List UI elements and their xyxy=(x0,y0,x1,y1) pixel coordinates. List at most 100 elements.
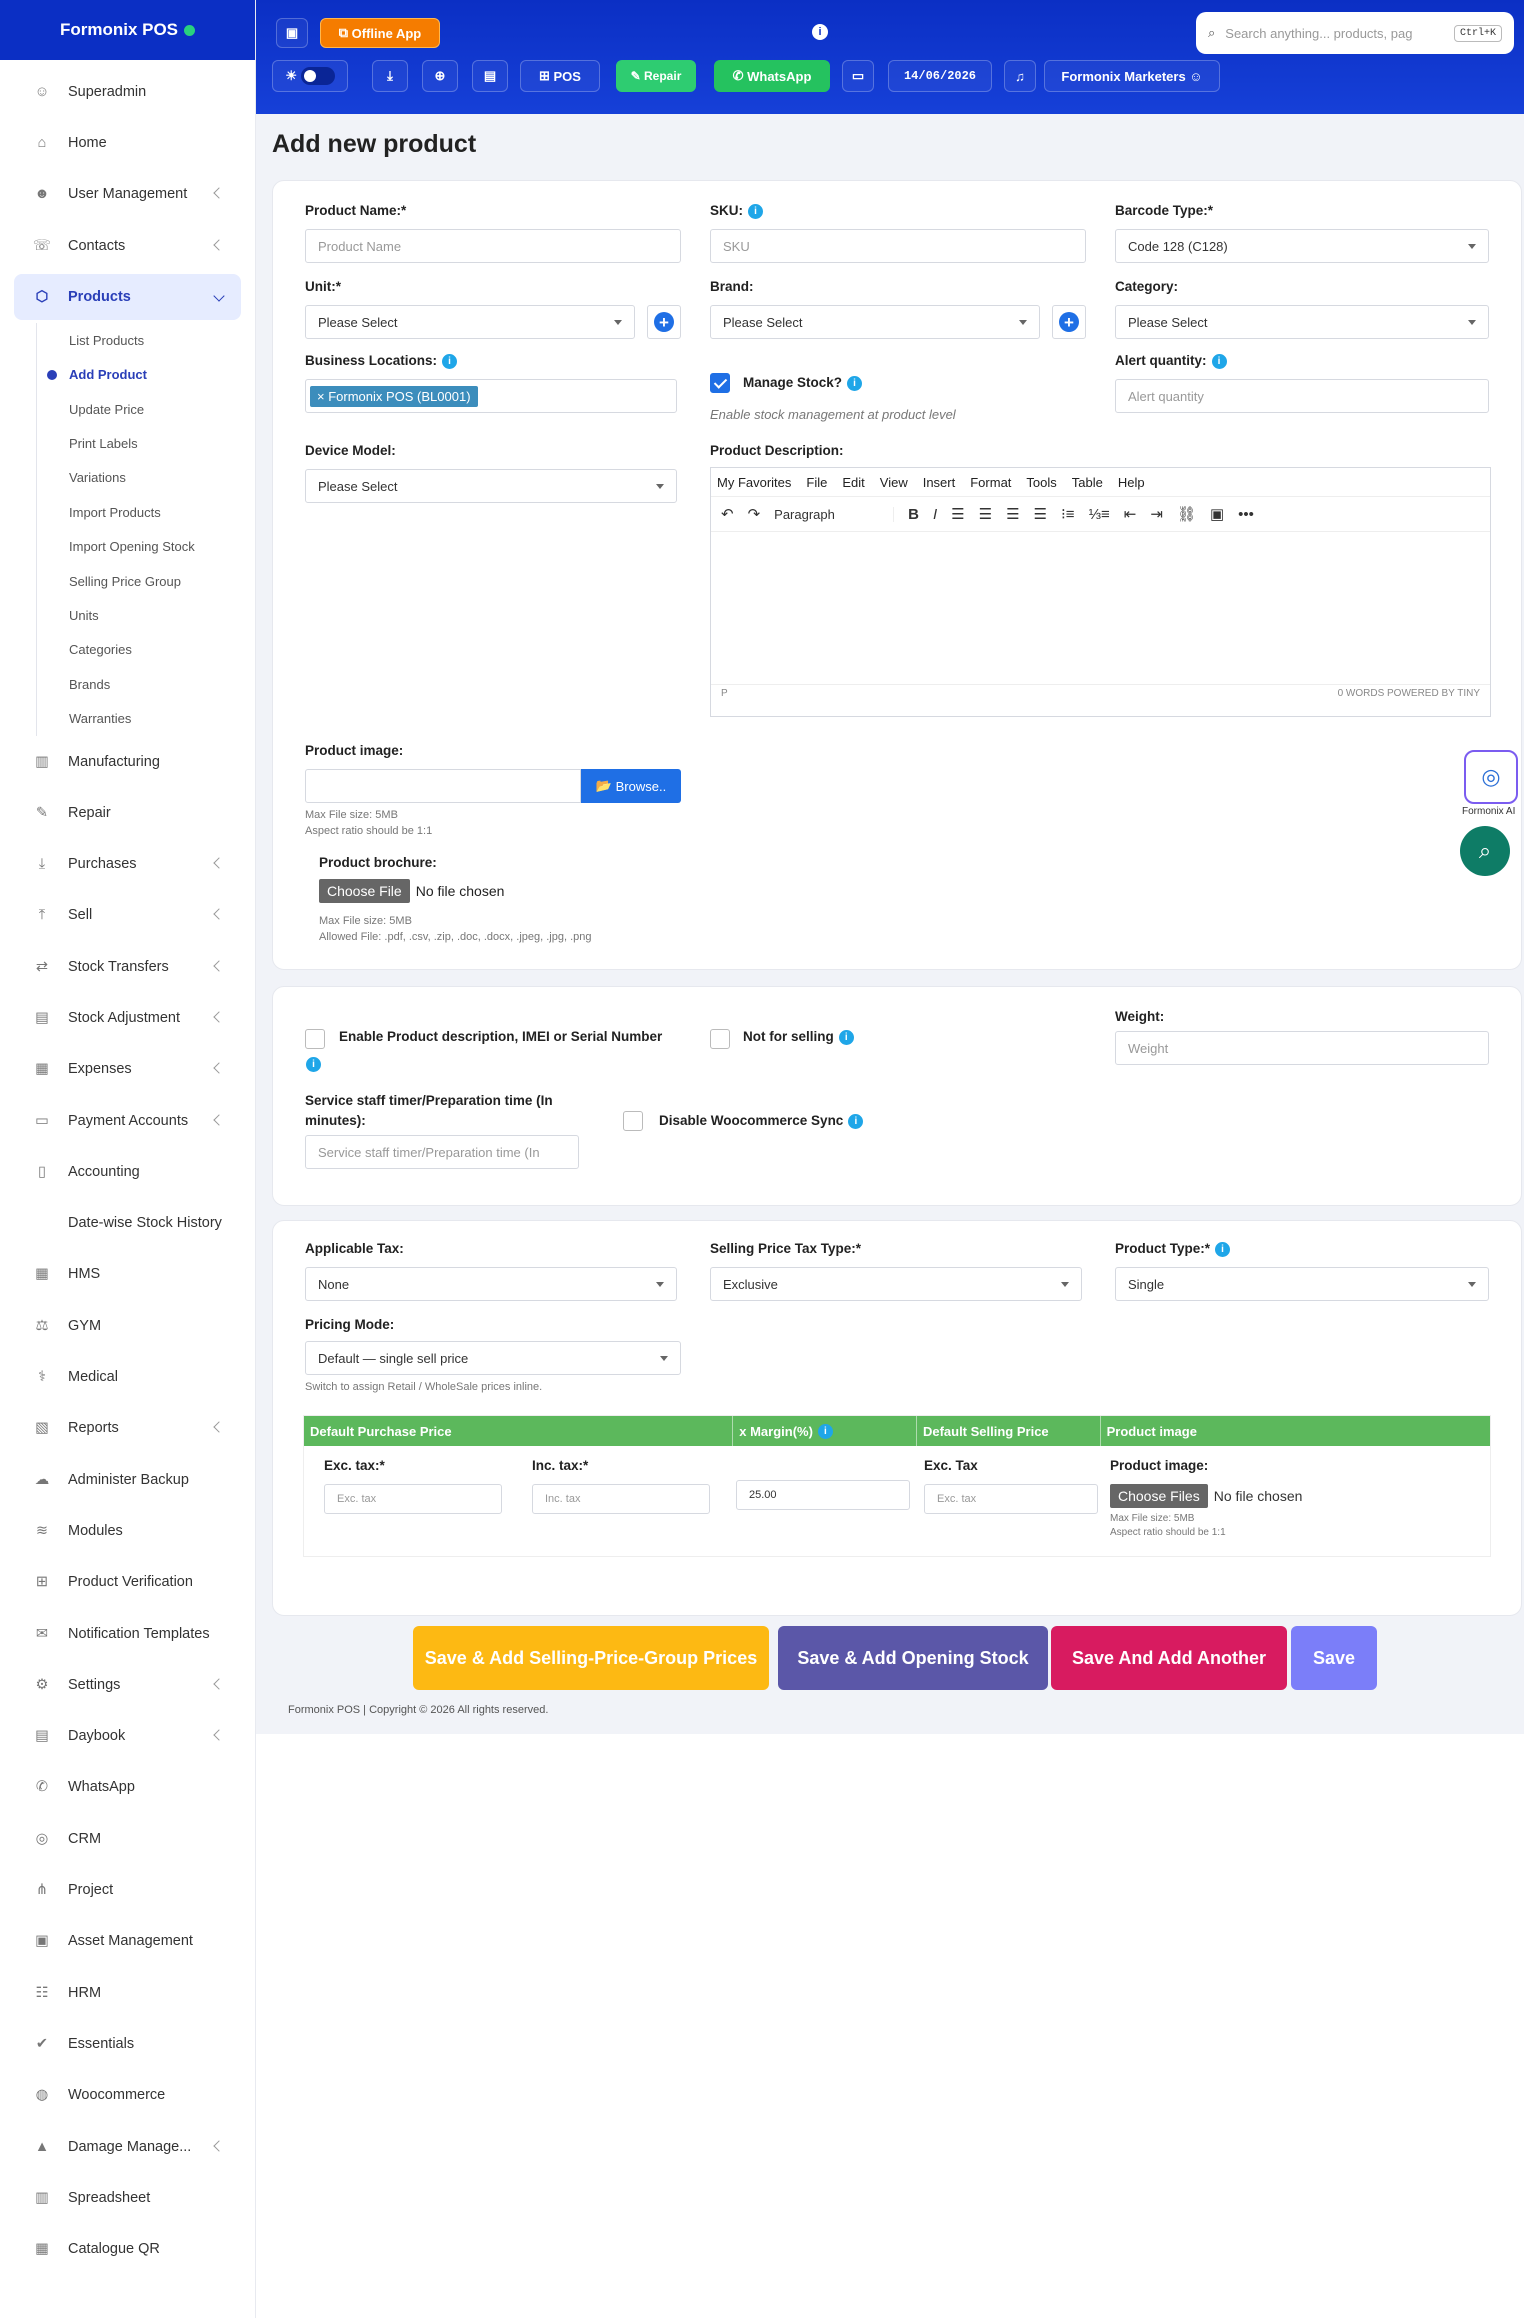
sidebar-item-payment-accounts[interactable]: ▭ Payment Accounts xyxy=(0,1095,255,1146)
sidebar-toggle-icon[interactable]: ▣ xyxy=(276,18,308,48)
link-icon[interactable]: ⛓ xyxy=(1177,505,1196,523)
submenu-item[interactable]: List Products xyxy=(37,323,255,357)
sidebar-item-catalogue-qr[interactable]: ▦ Catalogue QR xyxy=(0,2223,255,2274)
business-profile-button[interactable]: Formonix Marketers ☺ xyxy=(1044,60,1220,92)
save-button[interactable]: Save xyxy=(1291,1626,1377,1690)
business-locations-select[interactable]: × Formonix POS (BL0001) xyxy=(305,379,677,413)
submenu-item[interactable]: Categories xyxy=(37,633,255,667)
submenu-item[interactable]: Warranties xyxy=(37,701,255,735)
brand-logo[interactable]: Formonix POS xyxy=(0,0,255,60)
sidebar-item-repair[interactable]: ✎ Repair xyxy=(0,787,255,838)
sidebar-item-damage-manage[interactable]: ▲ Damage Manage... xyxy=(0,2121,255,2172)
location-tag[interactable]: × Formonix POS (BL0001) xyxy=(310,385,478,407)
alert-quantity-input[interactable]: Alert quantity xyxy=(1115,379,1489,413)
submenu-item[interactable]: Units xyxy=(37,598,255,632)
weight-input[interactable]: Weight xyxy=(1115,1031,1489,1065)
editor-menu-item[interactable]: Help xyxy=(1118,475,1145,490)
brochure-file-input[interactable]: Choose File No file chosen xyxy=(319,879,504,903)
submenu-item[interactable]: Brands xyxy=(37,667,255,701)
margin-input[interactable]: 25.00 xyxy=(736,1480,910,1510)
sidebar-item-contacts[interactable]: ☏ Contacts xyxy=(0,220,255,271)
info-icon[interactable]: i xyxy=(1215,1241,1231,1257)
sidebar-item-gym[interactable]: ⚖ GYM xyxy=(0,1300,255,1351)
sidebar-item-project[interactable]: ⋔ Project xyxy=(0,1864,255,1915)
rich-text-editor[interactable]: My Favorites File Edit View Insert Format Tool… xyxy=(710,467,1491,717)
editor-menu-item[interactable]: File xyxy=(806,475,827,490)
sidebar-item-sell[interactable]: ⤒ Sell xyxy=(0,890,255,941)
sidebar-item-medical[interactable]: ⚕ Medical xyxy=(0,1351,255,1402)
search-input[interactable]: Search anything... products, pag xyxy=(1225,26,1412,41)
applicable-tax-select[interactable]: None xyxy=(305,1267,677,1301)
bullet-list-icon[interactable]: ⁝≡ xyxy=(1061,505,1075,523)
sidebar-item-daybook[interactable]: ▤ Daybook xyxy=(0,1711,255,1762)
sidebar-item-user-management[interactable]: ☻ User Management xyxy=(0,169,255,220)
align-right-icon[interactable]: ☰ xyxy=(1006,505,1019,523)
editor-menu-item[interactable]: Insert xyxy=(923,475,956,490)
bold-icon[interactable]: B xyxy=(908,506,919,523)
sidebar-item-essentials[interactable]: ✔ Essentials xyxy=(0,2018,255,2069)
theme-toggle[interactable]: ☀ xyxy=(272,60,348,92)
info-icon[interactable]: i xyxy=(848,1113,864,1129)
sidebar-item-accounting[interactable]: ▯ Accounting xyxy=(0,1146,255,1197)
indent-icon[interactable]: ⇥ xyxy=(1150,505,1163,523)
category-select[interactable]: Please Select xyxy=(1115,305,1489,339)
floating-search-button[interactable]: ⌕ xyxy=(1460,826,1510,876)
italic-icon[interactable]: I xyxy=(933,506,937,523)
sidebar-item-notification-templates[interactable]: ✉ Notification Templates xyxy=(0,1608,255,1659)
editor-menu-item[interactable]: Edit xyxy=(842,475,864,490)
submenu-item[interactable]: Update Price xyxy=(37,392,255,426)
sidebar-item-asset-management[interactable]: ▣ Asset Management xyxy=(0,1916,255,1967)
submenu-item[interactable]: Add Product xyxy=(37,358,255,392)
submenu-item[interactable]: Selling Price Group xyxy=(37,564,255,598)
unit-select[interactable]: Please Select xyxy=(305,305,635,339)
sidebar-item-purchases[interactable]: ⤓ Purchases xyxy=(0,838,255,889)
sidebar-item-hms[interactable]: ▦ HMS xyxy=(0,1249,255,1300)
numbered-list-icon[interactable]: ⅓≡ xyxy=(1089,506,1110,523)
sidebar-item-product-verification[interactable]: ⊞ Product Verification xyxy=(0,1557,255,1608)
sidebar-item-administer-backup[interactable]: ☁ Administer Backup xyxy=(0,1454,255,1505)
redo-icon[interactable]: ↷ xyxy=(748,505,761,523)
editor-menu-item[interactable]: Format xyxy=(970,475,1011,490)
choose-files-button[interactable]: Choose Files xyxy=(1110,1484,1208,1508)
brand-select[interactable]: Please Select xyxy=(710,305,1040,339)
selling-tax-type-select[interactable]: Exclusive xyxy=(710,1267,1082,1301)
purchase-exc-tax-input[interactable]: Exc. tax xyxy=(324,1484,502,1514)
align-left-icon[interactable]: ☰ xyxy=(951,505,964,523)
info-icon[interactable]: i xyxy=(847,375,863,391)
add-unit-button[interactable]: + xyxy=(647,305,681,339)
repair-button[interactable]: ✎ Repair xyxy=(616,60,696,92)
global-search[interactable]: ⌕ Search anything... products, pag Ctrl+K xyxy=(1196,12,1514,54)
image-icon[interactable]: ▣ xyxy=(1210,505,1224,523)
sidebar-item-crm[interactable]: ◎ CRM xyxy=(0,1813,255,1864)
more-icon[interactable]: ••• xyxy=(1238,506,1254,523)
outdent-icon[interactable]: ⇤ xyxy=(1124,505,1137,523)
sidebar-item-whatsapp[interactable]: ✆ WhatsApp xyxy=(0,1762,255,1813)
editor-menu-item[interactable]: My Favorites xyxy=(717,475,791,490)
pos-button[interactable]: ⊞ POS xyxy=(520,60,600,92)
editor-menu-item[interactable]: View xyxy=(880,475,908,490)
undo-icon[interactable]: ↶ xyxy=(721,505,734,523)
sidebar-item-stock-adjustment[interactable]: ▤ Stock Adjustment xyxy=(0,992,255,1043)
product-type-select[interactable]: Single xyxy=(1115,1267,1489,1301)
submenu-item[interactable]: Variations xyxy=(37,461,255,495)
sidebar-item-superadmin[interactable]: ☺ Superadmin xyxy=(0,66,255,117)
sidebar-item-stock-transfers[interactable]: ⇄ Stock Transfers xyxy=(0,941,255,992)
info-icon[interactable]: i xyxy=(812,24,828,40)
justify-icon[interactable]: ☰ xyxy=(1034,505,1047,523)
manage-stock-checkbox[interactable] xyxy=(710,373,730,393)
block-format-select[interactable]: Paragraph xyxy=(774,506,895,522)
not-for-selling-checkbox[interactable] xyxy=(710,1029,730,1049)
info-icon[interactable]: i xyxy=(1211,353,1227,369)
add-brand-button[interactable]: + xyxy=(1052,305,1086,339)
sidebar-item-modules[interactable]: ≋ Modules xyxy=(0,1505,255,1556)
save-and-add-another-button[interactable]: Save And Add Another xyxy=(1051,1626,1287,1690)
browse-button[interactable]: 📂 Browse.. xyxy=(581,769,681,803)
barcode-type-select[interactable]: Code 128 (C128) xyxy=(1115,229,1489,263)
sidebar-item-settings[interactable]: ⚙ Settings xyxy=(0,1659,255,1710)
sidebar-item-expenses[interactable]: ▦ Expenses xyxy=(0,1044,255,1095)
save-add-spg-button[interactable]: Save & Add Selling-Price-Group Prices xyxy=(413,1626,769,1690)
product-image-path[interactable] xyxy=(305,769,581,803)
sidebar-item-home[interactable]: ⌂ Home xyxy=(0,117,255,168)
staff-timer-input[interactable]: Service staff timer/Preparation time (In xyxy=(305,1135,579,1169)
add-circle-icon[interactable]: ⊕ xyxy=(422,60,458,92)
